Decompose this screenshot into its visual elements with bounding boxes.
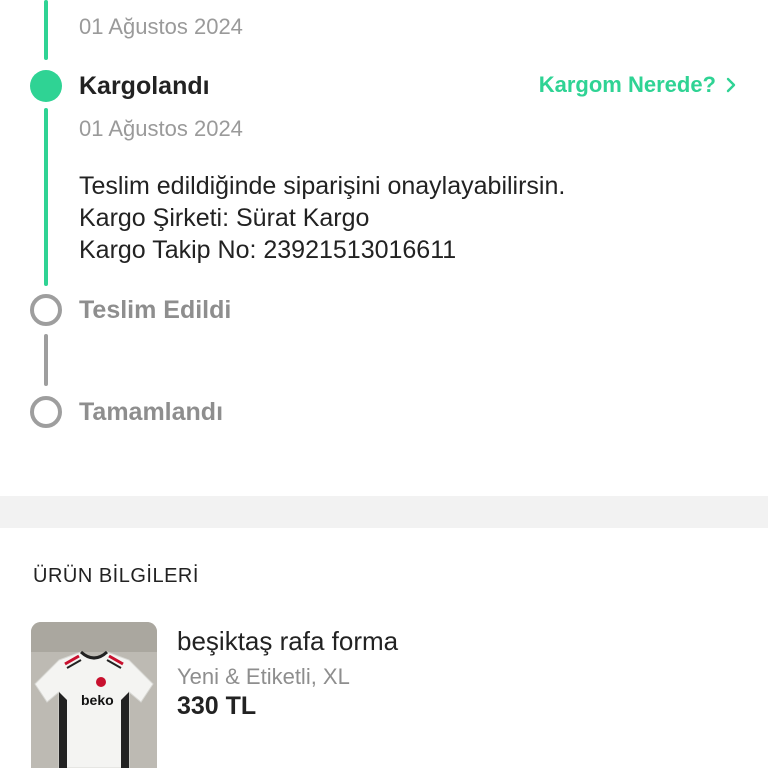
- shipped-step-title: Kargolandı: [79, 72, 210, 100]
- completed-step-title: Tamamlandı: [79, 398, 224, 426]
- delivered-step-title: Teslim Edildi: [79, 296, 232, 324]
- shipment-confirm-note: Teslim edildiğinde siparişini onaylayabi…: [79, 172, 566, 200]
- product-condition: Yeni & Etiketli, XL: [177, 664, 350, 689]
- track-shipment-link[interactable]: Kargom Nerede?: [539, 72, 738, 98]
- shipped-step-date: 01 Ağustos 2024: [79, 116, 243, 141]
- timeline-line-top: [44, 0, 48, 60]
- jersey-sponsor-text: beko: [81, 692, 114, 708]
- shipment-info: Teslim edildiğinde siparişini onaylayabi…: [79, 170, 565, 266]
- product-name: beşiktaş rafa forma: [177, 626, 399, 656]
- delivered-status-dot: [30, 294, 62, 326]
- timeline-line-shipped: [44, 108, 48, 286]
- product-info-heading: ÜRÜN BİLGİLERİ: [33, 565, 199, 587]
- completed-status-dot: [30, 396, 62, 428]
- track-shipment-label: Kargom Nerede?: [538, 72, 716, 97]
- product-price: 330 TL: [177, 692, 257, 720]
- chevron-right-icon: [726, 77, 736, 93]
- product-image[interactable]: beko: [31, 622, 157, 768]
- shipment-carrier: Kargo Şirketi: Sürat Kargo: [79, 204, 370, 232]
- shipped-status-dot: [30, 70, 62, 102]
- previous-step-date: 01 Ağustos 2024: [79, 14, 243, 39]
- section-divider: [0, 496, 768, 528]
- timeline-line-delivered: [44, 334, 48, 386]
- shipment-tracking-number: Kargo Takip No: 23921513016611: [79, 236, 457, 264]
